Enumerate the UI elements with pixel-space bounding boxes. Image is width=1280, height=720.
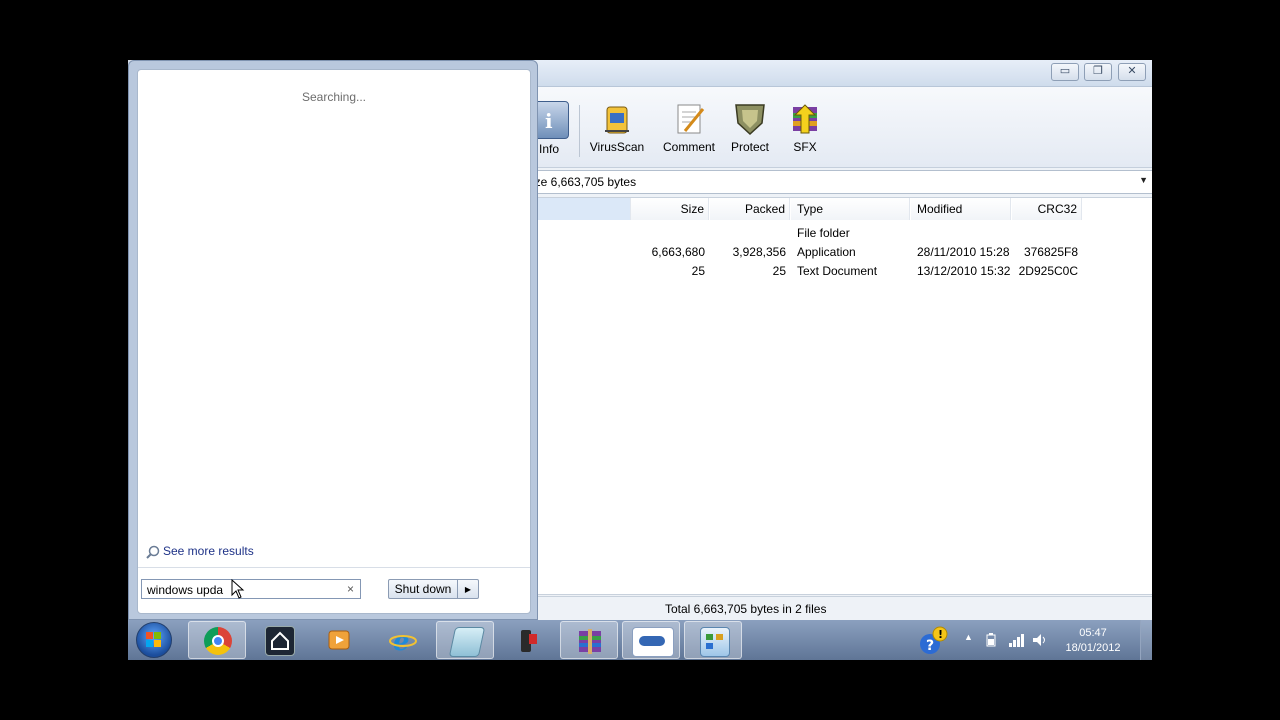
cell-type: File folder — [797, 226, 850, 240]
search-icon — [146, 545, 160, 559]
cell-modified: 13/12/2010 15:32 — [917, 264, 1011, 278]
internet-explorer-icon: e — [389, 626, 417, 657]
column-header-name[interactable] — [530, 198, 631, 220]
notepad-icon — [448, 627, 486, 657]
comment-label: Comment — [662, 140, 715, 154]
column-header-size[interactable]: Size — [631, 198, 709, 220]
desktop: ▭ ❐ ✕ i Info VirusScan Comment Protect S… — [128, 60, 1152, 660]
window-titlebar[interactable]: ▭ ❐ ✕ — [529, 60, 1152, 87]
column-header-type[interactable]: Type — [791, 198, 910, 220]
start-button[interactable] — [136, 622, 172, 658]
virusscan-button[interactable]: VirusScan — [587, 101, 647, 154]
search-results-panel: Searching... See more results — [137, 69, 531, 614]
taskbar-camcorder[interactable] — [498, 621, 556, 659]
taskbar-media-player[interactable] — [310, 621, 368, 659]
taskbar: e ?! ▲ 05:47 18/01/2012 — [128, 620, 1152, 660]
protect-label: Protect — [730, 140, 769, 154]
cell-type: Text Document — [797, 264, 878, 278]
sfx-label: SFX — [793, 140, 817, 154]
see-more-results-link[interactable]: See more results — [146, 544, 254, 559]
mouse-cursor-icon — [231, 579, 245, 599]
taskbar-winrar[interactable] — [560, 621, 618, 659]
search-query-text: windows upda — [147, 583, 224, 597]
taskbar-home-server[interactable] — [250, 621, 308, 659]
clear-search-icon[interactable]: × — [347, 582, 354, 596]
protect-icon — [732, 101, 768, 137]
clock[interactable]: 05:47 18/01/2012 — [1058, 626, 1128, 656]
sfx-button[interactable]: SFX — [785, 101, 825, 154]
taskbar-internet-explorer[interactable]: e — [374, 621, 432, 659]
window-thumbnail-icon — [632, 627, 674, 657]
protect-button[interactable]: Protect — [727, 101, 773, 154]
status-text: Total 6,663,705 bytes in 2 files — [665, 602, 827, 616]
toolbar-separator — [579, 105, 580, 157]
action-center-warning-icon[interactable]: ?! — [918, 626, 948, 656]
cell-size: 6,663,680 — [651, 245, 705, 259]
comment-icon — [671, 101, 707, 137]
clock-date: 18/01/2012 — [1065, 642, 1121, 654]
file-list: Size Packed Type Modified CRC32 File fol… — [529, 197, 1152, 595]
cell-modified: 28/11/2010 15:28 — [917, 245, 1010, 259]
taskbar-control-panel[interactable] — [684, 621, 742, 659]
taskbar-window[interactable] — [622, 621, 680, 659]
battery-icon[interactable] — [986, 633, 996, 647]
start-menu: Searching... See more results windows up… — [128, 60, 538, 620]
restore-button[interactable]: ❐ — [1084, 63, 1112, 81]
network-signal-icon[interactable] — [1008, 632, 1024, 648]
cell-type: Application — [797, 245, 856, 259]
show-desktop-button[interactable] — [1140, 620, 1152, 660]
clock-time: 05:47 — [1079, 627, 1107, 639]
see-more-results-label: See more results — [163, 544, 254, 558]
cell-crc32: 376825F8 — [1023, 245, 1078, 259]
divider — [138, 567, 530, 568]
column-header-packed[interactable]: Packed — [710, 198, 790, 220]
address-bar[interactable]: ize 6,663,705 bytes ▼ — [529, 170, 1152, 194]
svg-text:!: ! — [938, 628, 943, 641]
close-button[interactable]: ✕ — [1118, 63, 1146, 81]
cell-packed: 25 — [772, 264, 786, 278]
column-header-crc32[interactable]: CRC32 — [1012, 198, 1082, 220]
start-search-input[interactable]: windows upda × — [141, 579, 361, 599]
sfx-icon — [787, 101, 823, 137]
shut-down-button[interactable]: Shut down — [388, 579, 458, 599]
toolbar: i Info VirusScan Comment Protect SFX — [529, 87, 1152, 168]
taskbar-notepad[interactable] — [436, 621, 494, 659]
winrar-window: ▭ ❐ ✕ i Info VirusScan Comment Protect S… — [528, 60, 1152, 621]
cell-crc32: 2D925C0C — [1018, 264, 1078, 278]
searching-text: Searching... — [301, 90, 367, 104]
home-server-icon — [265, 626, 295, 656]
cell-packed: 3,928,356 — [732, 245, 786, 259]
svg-text:?: ? — [926, 638, 934, 654]
control-panel-icon — [700, 627, 730, 657]
comment-button[interactable]: Comment — [661, 101, 717, 154]
volume-icon[interactable] — [1032, 632, 1048, 648]
chrome-icon — [204, 627, 232, 655]
show-hidden-icons-icon[interactable]: ▲ — [964, 632, 973, 642]
status-bar: Total 6,663,705 bytes in 2 files — [529, 596, 1152, 621]
camcorder-icon — [513, 626, 541, 654]
svg-text:e: e — [393, 627, 410, 654]
winrar-icon — [576, 627, 604, 655]
taskbar-chrome[interactable] — [188, 621, 246, 659]
media-player-icon — [325, 626, 353, 654]
virusscan-label: VirusScan — [589, 140, 645, 154]
svg-text:i: i — [545, 109, 553, 133]
shut-down-options-button[interactable]: ▶ — [457, 579, 479, 599]
column-header-modified[interactable]: Modified — [911, 198, 1011, 220]
virusscan-icon — [599, 101, 635, 137]
cell-size: 25 — [691, 264, 705, 278]
minimize-button[interactable]: ▭ — [1051, 63, 1079, 81]
chevron-down-icon[interactable]: ▼ — [1139, 175, 1148, 185]
address-text: ize 6,663,705 bytes — [532, 175, 637, 189]
windows-logo-icon — [146, 632, 161, 647]
